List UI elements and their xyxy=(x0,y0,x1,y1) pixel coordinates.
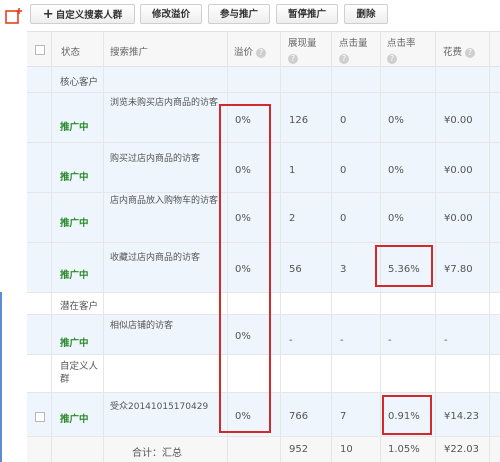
cost-value: - xyxy=(444,335,448,346)
status-badge: 推广中 xyxy=(60,218,89,229)
header-cost-label: 花费 xyxy=(443,47,463,58)
help-icon[interactable]: ? xyxy=(288,53,298,64)
column-divider xyxy=(103,31,104,462)
impressions-value: 766 xyxy=(289,411,309,422)
audience-name: 收藏过店内商品的访客 xyxy=(110,253,201,263)
impressions-value: - xyxy=(289,335,293,346)
ctr-highlight-box xyxy=(375,245,433,287)
select-all-checkbox[interactable] xyxy=(35,45,45,55)
group-label: 自定义人群 xyxy=(60,361,99,385)
audience-name: 店内商品放入购物车的访客 xyxy=(110,196,219,206)
header-cost: 花费 ? xyxy=(443,44,476,58)
header-clicks-label: 点击量 xyxy=(339,38,368,49)
total-row: 合计：汇总 952 10 1.05% ¥22.03 xyxy=(27,437,500,462)
group-label: 核心客户 xyxy=(60,77,99,88)
premium-column-highlight xyxy=(219,104,271,433)
clicks-value: 0 xyxy=(340,115,347,126)
clicks-value: 0 xyxy=(340,213,347,224)
group-row-core: 核心客户 xyxy=(27,67,500,93)
delete-button[interactable]: 删除 xyxy=(344,4,388,24)
total-cost: ¥22.03 xyxy=(444,444,479,455)
column-divider xyxy=(489,31,490,462)
total-label: 合计：汇总 xyxy=(132,448,182,459)
header-ctr: 点击率 ? xyxy=(387,36,416,66)
table-header: 状态 搜索推广 溢价 ? 展现量 ? 点击量 ? 点击率 ? 花费 ? xyxy=(27,31,500,67)
status-badge: 推广中 xyxy=(60,122,89,133)
join-promotion-button[interactable]: 参与推广 xyxy=(208,4,270,24)
column-divider xyxy=(331,31,332,462)
clicks-value: 7 xyxy=(340,411,347,422)
audience-name: 相似店铺的访客 xyxy=(110,321,174,331)
row-checkbox[interactable] xyxy=(35,412,45,422)
audience-name: 购买过店内商品的访客 xyxy=(110,154,201,164)
add-custom-audience-button[interactable]: + 自定义搜素人群 xyxy=(30,4,135,24)
audience-name: 受众20141015170429 xyxy=(110,402,209,412)
header-status: 状态 xyxy=(61,47,81,58)
column-divider xyxy=(51,31,52,462)
total-impressions: 952 xyxy=(289,444,309,455)
status-badge: 推广中 xyxy=(60,414,89,425)
header-audience: 搜索推广 xyxy=(110,47,149,58)
plus-icon: + xyxy=(42,7,54,22)
impressions-value: 56 xyxy=(289,264,302,275)
header-clicks: 点击量 ? xyxy=(339,36,368,66)
add-custom-audience-label: 自定义搜素人群 xyxy=(55,10,123,21)
pause-promotion-button[interactable]: 暂停推广 xyxy=(276,4,338,24)
impressions-value: 126 xyxy=(289,115,309,126)
header-ctr-label: 点击率 xyxy=(387,38,416,49)
left-accent-bar xyxy=(0,292,2,462)
help-icon[interactable]: ? xyxy=(339,53,349,64)
help-icon[interactable]: ? xyxy=(465,47,476,58)
impressions-value: 2 xyxy=(289,213,296,224)
header-impressions-label: 展现量 xyxy=(288,38,317,49)
help-icon[interactable]: ? xyxy=(256,47,267,58)
ctr-value: 0% xyxy=(388,115,404,126)
ctr-value: - xyxy=(388,335,392,346)
impressions-value: 1 xyxy=(289,165,296,176)
total-clicks: 10 xyxy=(340,444,353,455)
column-divider xyxy=(435,31,436,462)
header-premium-label: 溢价 xyxy=(234,47,254,58)
column-divider xyxy=(280,31,281,462)
audience-name: 浏览未购买店内商品的访客 xyxy=(110,98,219,108)
add-window-icon[interactable] xyxy=(5,7,23,25)
modify-premium-button[interactable]: 修改溢价 xyxy=(140,4,202,24)
ctr-value: 0% xyxy=(388,165,404,176)
clicks-value: 3 xyxy=(340,264,347,275)
cost-value: ¥0.00 xyxy=(444,213,473,224)
cost-value: ¥0.00 xyxy=(444,165,473,176)
cost-value: ¥14.23 xyxy=(444,411,479,422)
status-badge: 推广中 xyxy=(60,172,89,183)
clicks-value: - xyxy=(340,335,344,346)
group-label: 潜在客户 xyxy=(60,301,99,312)
cost-value: ¥0.00 xyxy=(444,115,473,126)
ctr-highlight-box xyxy=(382,395,432,435)
status-badge: 推广中 xyxy=(60,270,89,281)
header-premium: 溢价 ? xyxy=(234,44,267,58)
ctr-value: 0% xyxy=(388,213,404,224)
toolbar: + 自定义搜素人群 修改溢价 参与推广 暂停推广 删除 xyxy=(0,0,500,30)
clicks-value: 0 xyxy=(340,165,347,176)
status-badge: 推广中 xyxy=(60,338,89,349)
total-ctr: 1.05% xyxy=(388,444,420,455)
header-impressions: 展现量 ? xyxy=(288,36,317,66)
help-icon[interactable]: ? xyxy=(387,53,397,64)
cost-value: ¥7.80 xyxy=(444,264,473,275)
